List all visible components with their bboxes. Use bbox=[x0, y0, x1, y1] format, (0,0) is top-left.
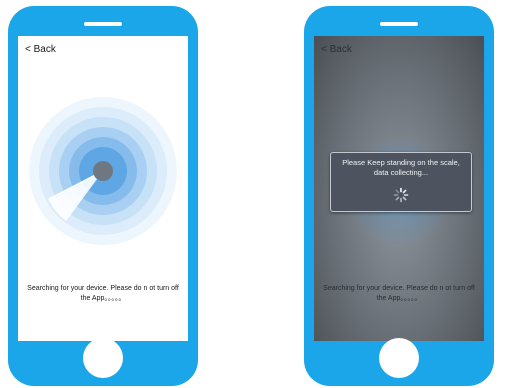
back-button[interactable]: < Back bbox=[321, 44, 352, 55]
radar-sweep-icon bbox=[28, 96, 178, 246]
back-button[interactable]: < Back bbox=[25, 44, 56, 55]
searching-status-text: Searching for your device. Please do n o… bbox=[323, 285, 475, 302]
data-collecting-dialog: Please Keep standing on the scale, data … bbox=[330, 152, 472, 212]
phone-collecting: < Back Please Keep standing on the scale… bbox=[304, 6, 494, 386]
home-button[interactable] bbox=[83, 338, 123, 378]
phone-speaker bbox=[380, 22, 418, 26]
phone-searching: < Back Searching for your device. Please… bbox=[8, 6, 198, 386]
screenshot-canvas: < Back Searching for your device. Please… bbox=[0, 0, 508, 388]
phone-screen-collecting: < Back Please Keep standing on the scale… bbox=[314, 36, 484, 341]
phone-screen-searching: < Back Searching for your device. Please… bbox=[18, 36, 188, 341]
dialog-message: Please Keep standing on the scale, data … bbox=[342, 158, 460, 177]
searching-status-text: Searching for your device. Please do n o… bbox=[27, 285, 179, 302]
home-button[interactable] bbox=[379, 338, 419, 378]
loading-spinner-icon bbox=[393, 187, 409, 203]
phone-speaker bbox=[84, 22, 122, 26]
